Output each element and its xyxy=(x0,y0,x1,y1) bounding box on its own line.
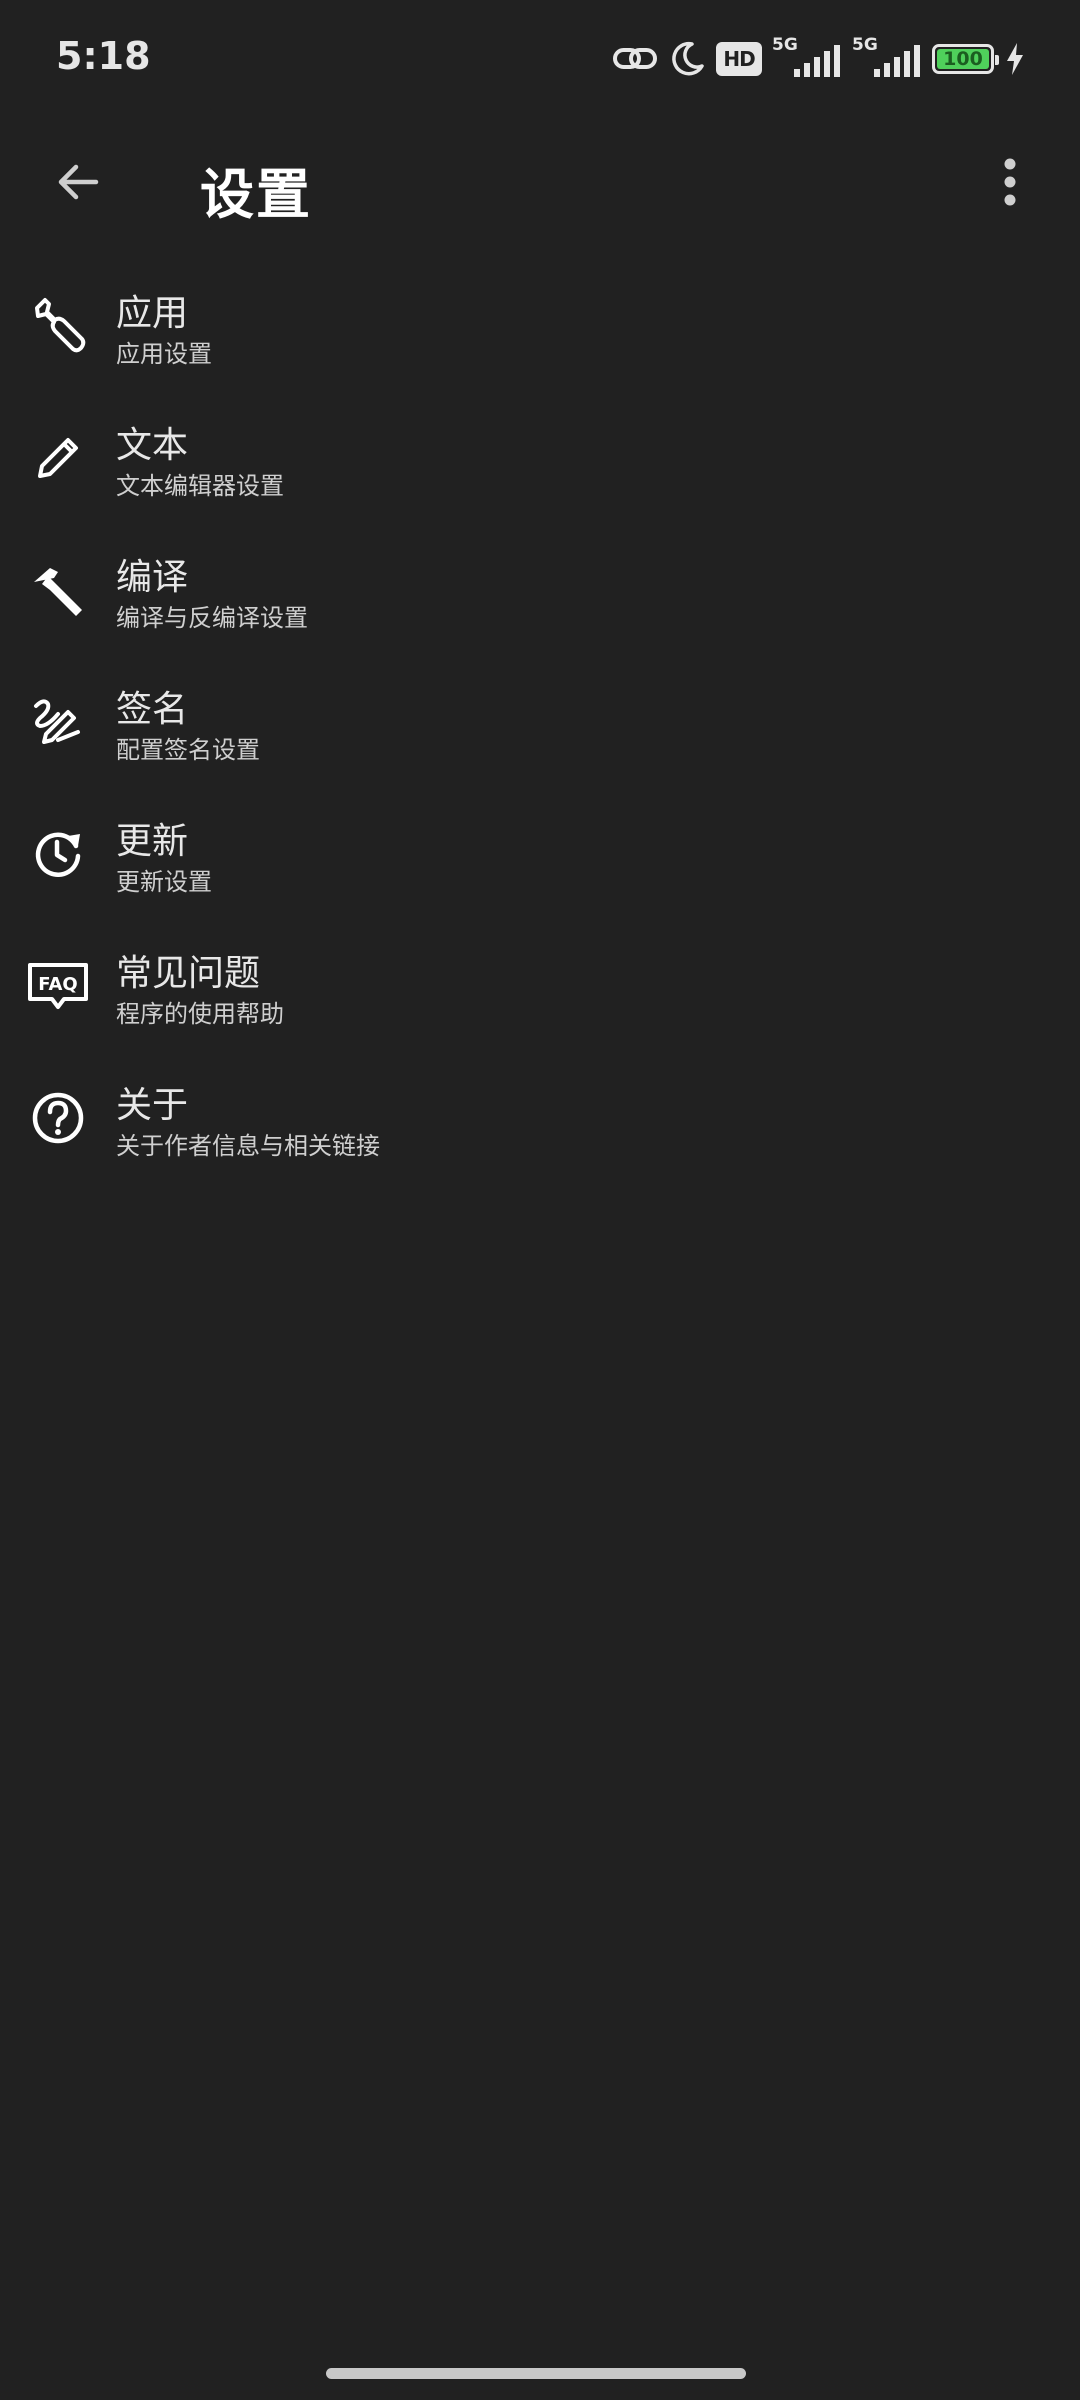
item-subtitle: 更新设置 xyxy=(116,868,212,896)
signal-strength-1: 5G xyxy=(772,35,842,81)
item-subtitle: 关于作者信息与相关链接 xyxy=(116,1132,380,1160)
signal-bars-icon xyxy=(874,45,920,77)
status-bar: 5:18 HD 5G 5G 100 xyxy=(0,0,1080,120)
back-button[interactable] xyxy=(38,142,118,222)
gesture-navigation-bar[interactable] xyxy=(326,2368,746,2379)
settings-item-app[interactable]: 应用 应用设置 xyxy=(0,268,1080,400)
settings-item-text[interactable]: 文本 文本编辑器设置 xyxy=(0,400,1080,532)
battery-icon: 100 xyxy=(932,44,999,74)
moon-icon xyxy=(668,40,706,78)
more-options-button[interactable] xyxy=(978,142,1042,222)
charging-bolt-icon xyxy=(1004,42,1026,76)
status-icons: HD 5G 5G 100 xyxy=(612,34,1026,84)
signature-icon xyxy=(24,688,92,756)
battery-level: 100 xyxy=(937,48,989,70)
item-subtitle: 应用设置 xyxy=(116,340,212,368)
hd-voice-badge: HD xyxy=(716,42,762,76)
more-vert-icon xyxy=(1004,158,1016,206)
faq-icon: FAQ xyxy=(24,952,92,1020)
item-subtitle: 编译与反编译设置 xyxy=(116,604,308,632)
item-title: 关于 xyxy=(116,1085,189,1126)
update-clock-icon xyxy=(24,820,92,888)
item-title: 签名 xyxy=(116,689,189,730)
settings-item-about[interactable]: 关于 关于作者信息与相关链接 xyxy=(0,1060,1080,1192)
item-title: 编译 xyxy=(116,557,189,598)
settings-item-compile[interactable]: 编译 编译与反编译设置 xyxy=(0,532,1080,664)
signal-bars-icon xyxy=(794,45,840,77)
settings-item-faq[interactable]: FAQ 常见问题 程序的使用帮助 xyxy=(0,928,1080,1060)
top-app-bar: 设置 xyxy=(0,120,1080,244)
settings-list: 应用 应用设置 文本 文本编辑器设置 编译 编译与反编译设置 签名 配置签名设置… xyxy=(0,268,1080,1192)
item-subtitle: 文本编辑器设置 xyxy=(116,472,284,500)
arrow-back-icon xyxy=(58,164,99,200)
page-title: 设置 xyxy=(200,163,312,226)
help-circle-icon xyxy=(24,1084,92,1152)
pencil-icon xyxy=(24,424,92,492)
svg-text:FAQ: FAQ xyxy=(38,974,77,995)
signal-strength-2: 5G xyxy=(852,35,922,81)
item-title: 应用 xyxy=(116,293,189,334)
item-subtitle: 配置签名设置 xyxy=(116,736,260,764)
item-title: 常见问题 xyxy=(116,953,261,994)
item-subtitle: 程序的使用帮助 xyxy=(116,1000,284,1028)
item-title: 更新 xyxy=(116,821,189,862)
wrench-icon xyxy=(24,292,92,360)
item-title: 文本 xyxy=(116,425,189,466)
link-icon xyxy=(612,41,658,77)
settings-item-update[interactable]: 更新 更新设置 xyxy=(0,796,1080,928)
status-time: 5:18 xyxy=(56,34,151,78)
hammer-icon xyxy=(24,556,92,624)
settings-item-signature[interactable]: 签名 配置签名设置 xyxy=(0,664,1080,796)
